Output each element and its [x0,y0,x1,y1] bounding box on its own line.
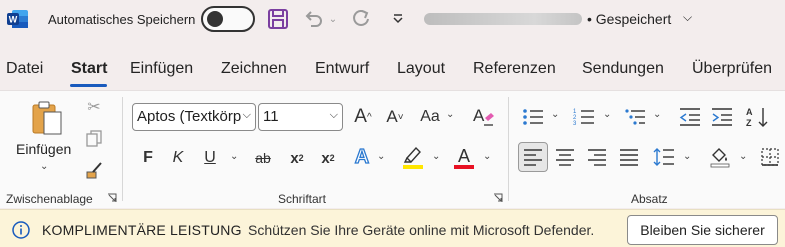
multilevel-list-icon[interactable] [623,105,647,129]
title-bar: W Automatisches Speichern ⌄ • Gespeicher… [0,0,785,40]
paste-dropdown-icon[interactable]: ⌄ [40,161,48,172]
svg-text:A: A [746,107,753,117]
group-separator [508,97,509,201]
paste-icon[interactable] [28,99,66,139]
svg-text:Z: Z [746,118,752,128]
font-size-dropdown-icon[interactable]: ⌵ [330,109,338,122]
font-name-dropdown-icon[interactable]: ⌵ [243,109,251,122]
svg-text:A: A [458,146,470,166]
change-case-icon[interactable]: Aa [416,105,444,129]
numbering-dropdown-icon[interactable]: ⌄ [603,109,611,120]
shading-dropdown-icon[interactable]: ⌄ [739,151,747,162]
cut-icon[interactable]: ✂ [83,96,105,118]
clear-formatting-icon[interactable]: A [470,103,496,129]
undo-dropdown-chevron-icon[interactable]: ⌄ [326,7,340,31]
stay-safer-button[interactable]: Bleiben Sie sicherer [627,215,778,245]
strikethrough-icon[interactable]: ab [251,146,275,170]
font-color-icon[interactable]: A [451,143,477,171]
tab-layout[interactable]: Layout [397,60,445,78]
bold-icon[interactable]: F [138,146,158,170]
subscript-icon[interactable]: x2 [285,146,309,170]
paragraph-group-label: Absatz [631,192,668,206]
font-color-dropdown-icon[interactable]: ⌄ [483,151,491,162]
customize-toolbar-icon[interactable] [386,7,410,31]
clipboard-group-label: Zwischenablage [6,192,93,206]
ribbon: Einfügen ⌄ ✂ Zwischenablage Aptos (Textk… [0,90,785,208]
change-case-dropdown-icon[interactable]: ⌄ [446,109,454,120]
undo-icon[interactable] [301,7,325,31]
font-group-label: Schriftart [278,192,327,206]
shrink-font-icon[interactable]: A ˅ [382,105,408,129]
tab-sendungen[interactable]: Sendungen [582,60,664,78]
info-icon [12,221,30,239]
tab-referenzen[interactable]: Referenzen [473,60,556,78]
redo-icon[interactable] [349,7,373,31]
align-right-icon[interactable] [585,145,609,169]
tab-einfuegen[interactable]: Einfügen [130,60,193,78]
highlight-dropdown-icon[interactable]: ⌄ [432,151,440,162]
decrease-indent-icon[interactable] [678,105,702,129]
autosave-label: Automatisches Speichern [48,12,196,27]
text-effects-icon[interactable]: A [350,144,374,170]
font-name-value: Aptos (Textkörp [137,108,242,125]
tab-ueberpruefen[interactable]: Überprüfen [692,60,772,78]
save-icon[interactable] [266,7,290,31]
increase-indent-icon[interactable] [710,105,734,129]
tab-zeichnen[interactable]: Zeichnen [221,60,287,78]
line-spacing-dropdown-icon[interactable]: ⌄ [683,151,691,162]
svg-text:W: W [9,15,18,25]
italic-icon[interactable]: K [168,146,188,170]
svg-text:A: A [473,106,485,125]
group-separator [122,97,123,201]
info-bar-message: Schützen Sie Ihre Geräte online mit Micr… [248,222,595,238]
tab-entwurf[interactable]: Entwurf [315,60,369,78]
text-effects-dropdown-icon[interactable]: ⌄ [377,151,385,162]
underline-dropdown-icon[interactable]: ⌄ [230,151,238,162]
font-size-value: 11 [263,108,279,125]
justify-icon[interactable] [617,145,641,169]
active-tab-indicator [70,84,107,87]
numbering-icon[interactable]: 123 [572,105,596,129]
saved-chevron-icon[interactable]: ⌵ [683,10,692,25]
svg-text:3: 3 [573,121,577,127]
font-dialog-launcher-icon[interactable] [493,193,503,203]
superscript-icon[interactable]: x2 [316,146,340,170]
tab-datei[interactable]: Datei [6,60,43,78]
grow-font-icon[interactable]: A ^ [350,105,376,129]
word-logo-icon[interactable]: W [7,9,29,29]
font-name-input[interactable]: Aptos (Textkörp ⌵ [132,103,256,131]
clipboard-dialog-launcher-icon[interactable] [107,193,117,203]
underline-icon[interactable]: U [200,146,220,170]
tab-start[interactable]: Start [71,60,107,78]
borders-icon[interactable] [758,145,782,169]
paste-label[interactable]: Einfügen [16,141,71,157]
copy-icon[interactable] [83,127,105,149]
saved-status[interactable]: • Gespeichert [587,11,671,27]
document-name-redacted[interactable] [424,13,582,25]
bullets-dropdown-icon[interactable]: ⌄ [551,109,559,120]
toggle-knob [207,11,223,27]
multilevel-dropdown-icon[interactable]: ⌄ [653,109,661,120]
info-bar-title: KOMPLIMENTÄRE LEISTUNG [42,222,242,238]
bullets-icon[interactable] [521,105,545,129]
font-size-input[interactable]: 11 ⌵ [258,103,343,131]
change-case-label: Aa [420,108,440,125]
highlight-color-icon[interactable] [400,143,426,171]
sort-icon[interactable]: AZ [745,104,771,130]
info-bar: KOMPLIMENTÄRE LEISTUNG Schützen Sie Ihre… [0,209,785,247]
format-painter-icon[interactable] [83,159,105,181]
ribbon-tabs: Datei Start Einfügen Zeichnen Entwurf La… [0,53,785,89]
shading-icon[interactable] [707,144,733,170]
align-center-icon[interactable] [553,145,577,169]
line-spacing-icon[interactable] [652,145,676,169]
align-left-icon[interactable] [518,142,548,172]
autosave-toggle[interactable] [201,6,255,32]
